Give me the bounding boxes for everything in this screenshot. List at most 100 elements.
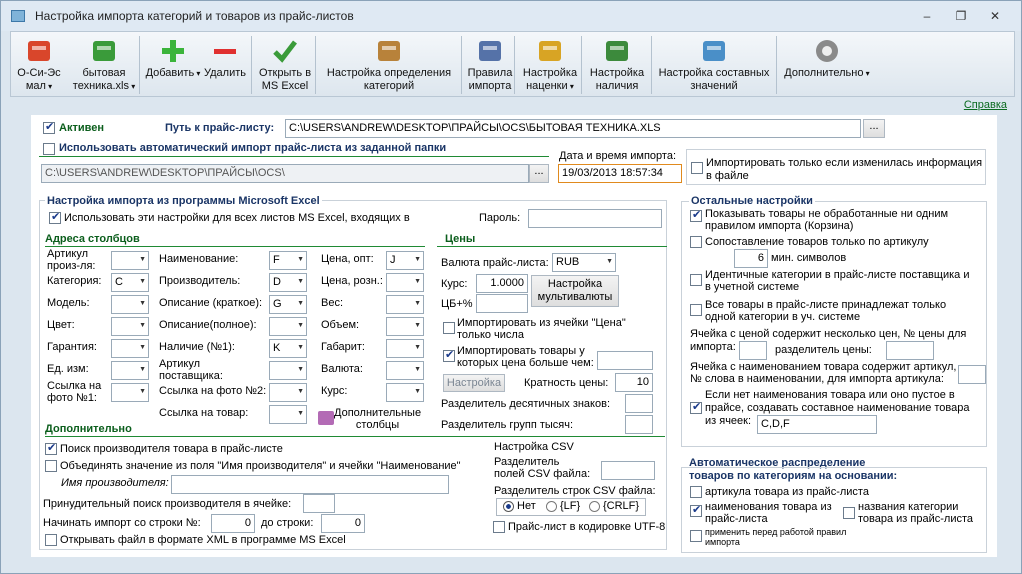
col-address-dropdown[interactable]: [111, 317, 149, 336]
rate-label: Курс:: [441, 278, 468, 290]
by-name-label: наименования товара из прайс-листа: [705, 501, 832, 525]
folder-input[interactable]: C:\USERS\ANDREW\DESKTOP\ПРАЙСЫ\OCS\: [41, 164, 529, 183]
col-address-dropdown[interactable]: [386, 273, 424, 292]
password-input[interactable]: [528, 209, 662, 228]
toolbar-button-7[interactable]: Настройка наценки ▾: [519, 34, 581, 96]
min-chars-input[interactable]: 6: [734, 249, 768, 268]
col-address-dropdown[interactable]: D: [269, 273, 307, 292]
close-button[interactable]: ✕: [981, 7, 1009, 25]
rate-input[interactable]: 1.0000: [476, 274, 528, 293]
col-address-dropdown[interactable]: [386, 339, 424, 358]
compose-cells-input[interactable]: C,D,F: [757, 415, 877, 434]
setting-button[interactable]: Настройка: [443, 374, 505, 392]
toolbar-button-10[interactable]: Дополнительно ▾: [779, 34, 875, 96]
auto-import-checkbox[interactable]: [43, 143, 55, 155]
path-input[interactable]: C:\USERS\ANDREW\DESKTOP\ПРАЙСЫ\OCS\БЫТОВ…: [285, 119, 861, 138]
by-catnames-checkbox[interactable]: [843, 507, 855, 519]
price-sep-input[interactable]: [886, 341, 934, 360]
by-name-checkbox[interactable]: [690, 503, 702, 517]
by-article-checkbox[interactable]: [690, 486, 702, 498]
col-address-dropdown[interactable]: C: [111, 273, 149, 292]
multiplicity-input[interactable]: 10: [615, 373, 653, 392]
cb-percent-label: ЦБ+%: [441, 298, 473, 310]
xml-checkbox[interactable]: [45, 534, 57, 546]
toolbar-button-2[interactable]: Добавить ▾: [145, 34, 201, 96]
col-address-dropdown[interactable]: [111, 251, 149, 270]
col-label: Модель:: [47, 297, 90, 309]
import-numbers-checkbox[interactable]: [443, 322, 455, 334]
maximize-button[interactable]: ❐: [947, 7, 975, 25]
import-higher-checkbox[interactable]: [443, 348, 455, 362]
price-number-input[interactable]: [739, 341, 767, 360]
multicurrency-button[interactable]: Настройка мультивалюты: [531, 275, 619, 307]
toolbar-button-label: Настройка определения категорий: [326, 67, 452, 92]
import-date-input[interactable]: 19/03/2013 18:57:34: [558, 164, 682, 183]
group-sep-input[interactable]: [625, 415, 653, 434]
csv-field-sep-input[interactable]: [601, 461, 655, 480]
col-label: Категория:: [47, 275, 102, 287]
col-address-dropdown[interactable]: [386, 361, 424, 380]
col-address-dropdown[interactable]: [111, 339, 149, 358]
single-category-checkbox[interactable]: [690, 304, 702, 316]
csv-title: Настройка CSV: [494, 441, 574, 453]
match-article-checkbox[interactable]: [690, 236, 702, 248]
col-address-dropdown[interactable]: [111, 295, 149, 314]
decimal-sep-input[interactable]: [625, 394, 653, 413]
radio-crlf[interactable]: [589, 501, 600, 512]
col-address-dropdown[interactable]: G: [269, 295, 307, 314]
col-address-dropdown[interactable]: [111, 361, 149, 380]
to-row-input[interactable]: 0: [321, 514, 365, 533]
before-rules-checkbox[interactable]: [690, 530, 702, 542]
find-maker-label: Поиск производителя товара в прайс-листе: [60, 443, 283, 455]
active-checkbox[interactable]: [43, 120, 55, 134]
cb-percent-input[interactable]: [476, 294, 528, 313]
toolbar-button-9[interactable]: Настройка составных значений: [656, 34, 772, 96]
col-address-dropdown[interactable]: [111, 383, 149, 402]
col-address-dropdown[interactable]: [386, 295, 424, 314]
dropdown-arrow-icon: ▾: [567, 82, 574, 91]
toolbar-button-4[interactable]: Открыть в MS Excel: [255, 34, 315, 96]
combine-checkbox[interactable]: [45, 460, 57, 472]
utf8-checkbox[interactable]: [493, 521, 505, 533]
toolbar-button-6[interactable]: Правила импорта: [464, 34, 516, 96]
toolbar-separator: [315, 36, 316, 94]
use-all-sheets-checkbox[interactable]: [49, 210, 61, 224]
help-link[interactable]: Справка: [964, 99, 1007, 111]
col-address-dropdown[interactable]: [269, 317, 307, 336]
scrollbar[interactable]: [1001, 115, 1015, 557]
show-unprocessed-checkbox[interactable]: [690, 208, 702, 222]
group-sep-label: Разделитель групп тысяч:: [441, 419, 574, 431]
find-maker-checkbox[interactable]: [45, 441, 57, 455]
radio-lf[interactable]: [546, 501, 557, 512]
toolbar-button-0[interactable]: О-Си-Эс мал ▾: [13, 34, 65, 96]
col-label: Объем:: [321, 319, 360, 331]
radio-no[interactable]: [503, 501, 514, 512]
col-address-dropdown[interactable]: [269, 361, 307, 380]
maker-name-input[interactable]: [171, 475, 449, 494]
identical-categories-checkbox[interactable]: [690, 274, 702, 286]
help-bar: Справка: [10, 98, 1015, 114]
col-address-dropdown[interactable]: F: [269, 251, 307, 270]
toolbar-button-8[interactable]: Настройка наличия: [586, 34, 648, 96]
min-price-input[interactable]: [597, 351, 653, 370]
col-address-dropdown[interactable]: [386, 383, 424, 402]
browse-folder-button[interactable]: ...: [529, 164, 549, 183]
col-address-dropdown[interactable]: [386, 317, 424, 336]
currency-dropdown[interactable]: RUB: [552, 253, 616, 272]
col-address-dropdown[interactable]: K: [269, 339, 307, 358]
forced-search-input[interactable]: [303, 494, 335, 513]
extra-columns-link[interactable]: Дополнительные столбцы: [334, 407, 421, 431]
compose-name-checkbox[interactable]: [690, 400, 702, 414]
browse-path-button[interactable]: ...: [863, 119, 885, 138]
col-address-dropdown[interactable]: J: [386, 251, 424, 270]
col-label: Ссылка на фото №2:: [159, 385, 267, 397]
toolbar-button-3[interactable]: Удалить: [201, 34, 249, 96]
toolbar-button-1[interactable]: бытовая техника.xls ▾: [69, 34, 139, 96]
article-word-input[interactable]: [958, 365, 986, 384]
minimize-button[interactable]: –: [913, 7, 941, 25]
start-row-input[interactable]: 0: [211, 514, 255, 533]
col-address-dropdown[interactable]: [269, 405, 307, 424]
col-address-dropdown[interactable]: [269, 383, 307, 402]
only-changed-checkbox[interactable]: [691, 162, 703, 174]
toolbar-button-5[interactable]: Настройка определения категорий: [319, 34, 459, 96]
